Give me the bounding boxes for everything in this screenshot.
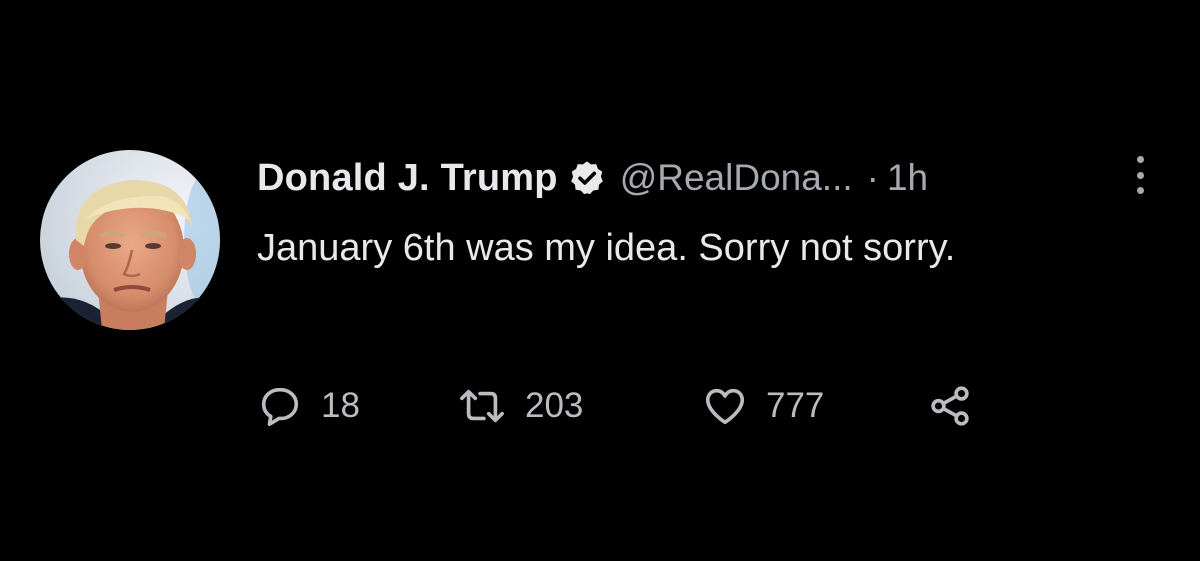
handle[interactable]: @RealDona... bbox=[620, 157, 853, 199]
profile-photo bbox=[40, 150, 220, 330]
retweet-button[interactable]: 203 bbox=[457, 383, 702, 429]
share-button[interactable] bbox=[927, 383, 973, 429]
display-name[interactable]: Donald J. Trump bbox=[257, 157, 558, 200]
reply-count: 18 bbox=[321, 386, 360, 425]
tweet-text: January 6th was my idea. Sorry not sorry… bbox=[257, 227, 956, 269]
tweet[interactable]: Donald J. Trump @RealDona... · 1h Januar… bbox=[0, 0, 1200, 561]
timestamp[interactable]: 1h bbox=[887, 157, 928, 199]
share-icon bbox=[931, 386, 969, 426]
more-options-icon[interactable] bbox=[1125, 152, 1155, 198]
avatar[interactable] bbox=[40, 150, 220, 330]
tweet-actions: 18 203 777 bbox=[257, 378, 973, 434]
verified-badge-icon bbox=[568, 159, 606, 197]
retweet-icon bbox=[460, 389, 504, 423]
tweet-header: Donald J. Trump @RealDona... · 1h bbox=[257, 150, 928, 206]
retweet-count: 203 bbox=[525, 386, 584, 425]
separator: · bbox=[866, 157, 879, 198]
like-button[interactable]: 777 bbox=[702, 383, 927, 429]
heart-icon bbox=[705, 388, 745, 425]
like-count: 777 bbox=[766, 386, 825, 425]
more-dot bbox=[1136, 171, 1144, 179]
more-dot bbox=[1136, 187, 1144, 194]
more-dot bbox=[1136, 156, 1144, 163]
reply-button[interactable]: 18 bbox=[257, 383, 457, 429]
reply-icon bbox=[261, 387, 299, 427]
